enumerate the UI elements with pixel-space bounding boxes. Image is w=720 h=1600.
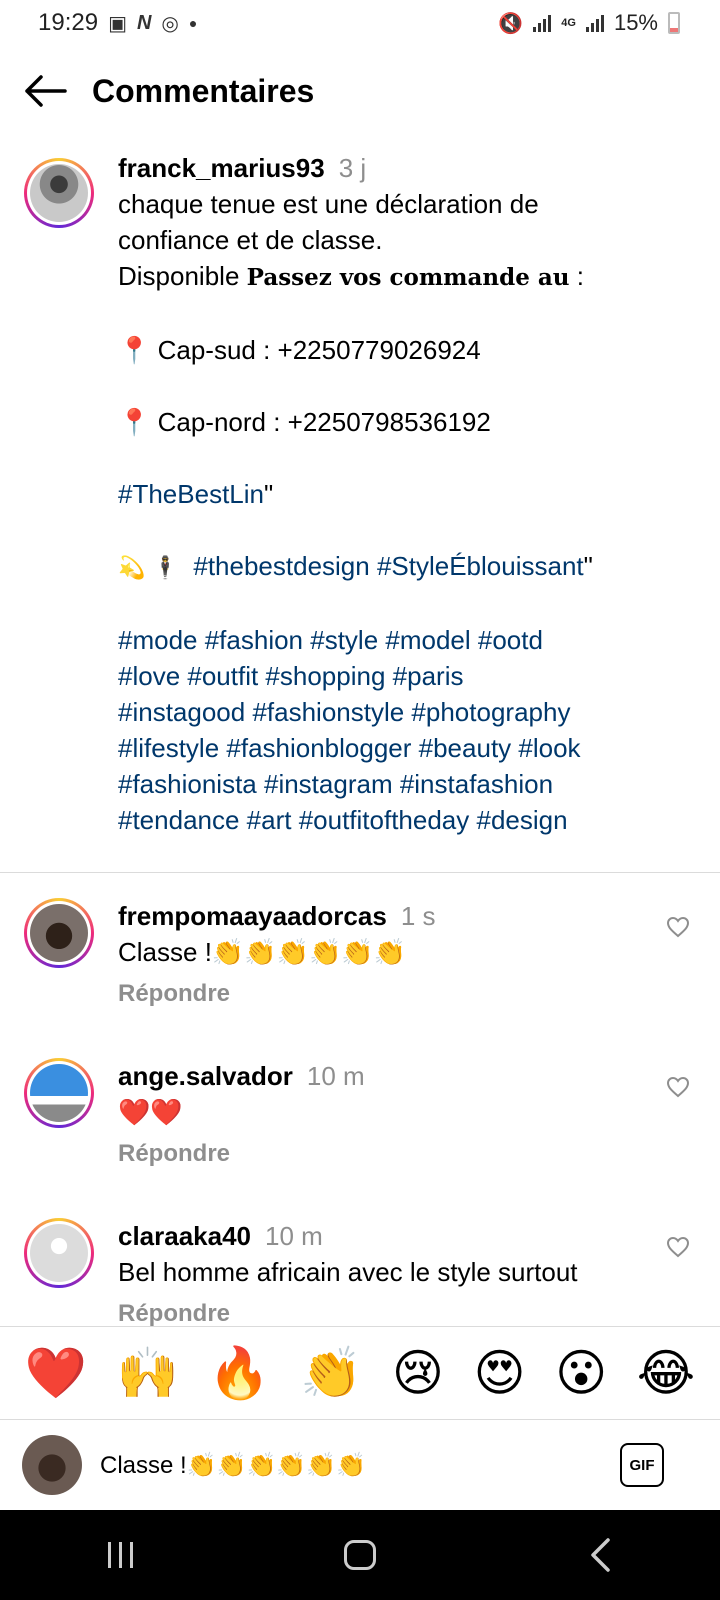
status-bar: 19:29 ▣ N ◎ ● 🔇 4G 15% [0,0,720,46]
hashtag-link[interactable]: #TheBestLin [118,479,264,509]
emoji-crying-button[interactable]: 😢 [392,1343,444,1403]
caption-emoji: 💫 🕴 [118,555,179,580]
hashtag-line[interactable]: #love #outfit #shopping #paris [118,658,698,694]
back-arrow-icon[interactable] [0,46,90,136]
comment-time: 1 s [400,901,436,931]
comment-item: claraaka40 10 m Bel homme africain avec l… [0,1218,720,1326]
caption-avatar[interactable] [24,158,94,228]
header: Commentaires [0,46,720,136]
emoji-laughing-button[interactable]: 😂 [637,1343,695,1403]
battery-percent: 15% [613,10,658,35]
comment-input-row: GIF [0,1420,720,1510]
emoji-heart-eyes-button[interactable]: 😍 [474,1343,526,1403]
comment-username[interactable]: frempomaayaadorcas [118,901,387,931]
caption-tag-line-1: #TheBestLin" [118,476,698,512]
hashtag-line[interactable]: #tendance #art #outfitoftheday #design [118,802,698,838]
caption-username[interactable]: franck_marius93 [118,153,325,183]
comment-username[interactable]: ange.salvador [118,1061,293,1091]
comment-text: Bel homme africain avec le style surtout [118,1257,578,1287]
comment-input[interactable] [100,1451,580,1479]
comment-username[interactable]: claraaka40 [118,1221,251,1251]
emoji-heart-button[interactable]: ❤️ [25,1343,87,1403]
signal-icon [533,14,552,32]
hashtag-line[interactable]: #fashionista #instagram #instafashion [118,766,698,802]
hashtag-link[interactable]: #thebestdesign #StyleÉblouissant [193,551,583,581]
like-heart-icon[interactable] [666,916,690,945]
image-icon: ▣ [108,12,127,35]
reply-button[interactable]: Répondre [118,976,638,1012]
caption-line-2: confiance et de classe. [118,225,383,255]
battery-icon [668,12,680,34]
reply-button[interactable]: Répondre [118,1296,638,1326]
caption-line-3c: : [569,261,584,291]
caption-line-3a: Disponible [118,261,247,291]
divider [0,872,720,873]
comment-avatar[interactable] [24,1218,94,1288]
signal-icon-2 [585,14,604,32]
back-chevron-icon [591,1538,610,1572]
emoji-raised-hands-button[interactable]: 🙌 [117,1343,179,1403]
status-left: 19:29 ▣ N ◎ ● [38,9,197,37]
caption-body: franck_marius93 3 j chaque tenue est une … [118,150,698,838]
reply-button[interactable]: Répondre [118,1136,638,1172]
comment-time: 10 m [306,1061,365,1091]
caption-line-3: Disponible Passez vos commande au : [118,258,698,296]
sync-icon: ◎ [161,12,179,35]
caption-line-3b: Passez vos commande au [246,264,570,291]
caption-quote: " [263,479,274,509]
hashtag-line[interactable]: #instagood #fashionstyle #photography [118,694,698,730]
comment-text: Classe !👏👏👏👏👏👏 [118,937,407,967]
comment-item: frempomaayaadorcas 1 s Classe !👏👏👏👏👏👏 Rép… [0,898,720,1048]
system-nav-bar [0,1510,720,1600]
like-heart-icon[interactable] [666,1076,690,1105]
recent-apps-icon [107,1542,133,1568]
hashtag-line[interactable]: #lifestyle #fashionblogger #beauty #look [118,730,698,766]
home-button[interactable] [320,1525,400,1585]
status-right: 🔇 4G 15% [498,10,680,36]
caption-quote: " [583,551,593,581]
gif-button[interactable]: GIF [620,1443,664,1487]
my-avatar [22,1435,82,1495]
emoji-clap-button[interactable]: 👏 [300,1343,362,1403]
page-title: Commentaires [92,72,315,109]
recent-apps-button[interactable] [80,1525,160,1585]
caption-pin-2: 📍 Cap-nord : +2250798536192 [118,407,491,437]
dot-icon: ● [188,15,198,31]
like-heart-icon[interactable] [666,1236,690,1265]
emoji-fire-button[interactable]: 🔥 [208,1343,270,1403]
caption-time: 3 j [338,153,367,183]
network-type: 4G [561,17,576,29]
comment-time: 10 m [265,1221,323,1251]
hashtag-line[interactable]: #mode #fashion #style #model #ootd [118,622,698,658]
mute-icon: 🔇 [498,12,524,35]
caption-tag-line-2: 💫 🕴 #thebestdesign #StyleÉblouissant" [118,548,698,586]
home-icon [344,1540,376,1570]
comment-avatar[interactable] [24,898,94,968]
comment-text: ❤️❤️ [118,1097,183,1127]
status-time: 19:29 [38,9,99,36]
caption-pin-1: 📍 Cap-sud : +2250779026924 [118,335,481,365]
system-back-button[interactable] [560,1525,640,1585]
comment-avatar[interactable] [24,1058,94,1128]
emoji-surprised-button[interactable]: 😮 [555,1343,607,1403]
comment-item: ange.salvador 10 m ❤️❤️ Répondre [0,1058,720,1208]
n-icon: N [136,11,152,34]
emoji-quick-bar: ❤️ 🙌 🔥 👏 😢 😍 😮 😂 [0,1326,720,1420]
caption-line-1: chaque tenue est une déclaration de [118,189,539,219]
